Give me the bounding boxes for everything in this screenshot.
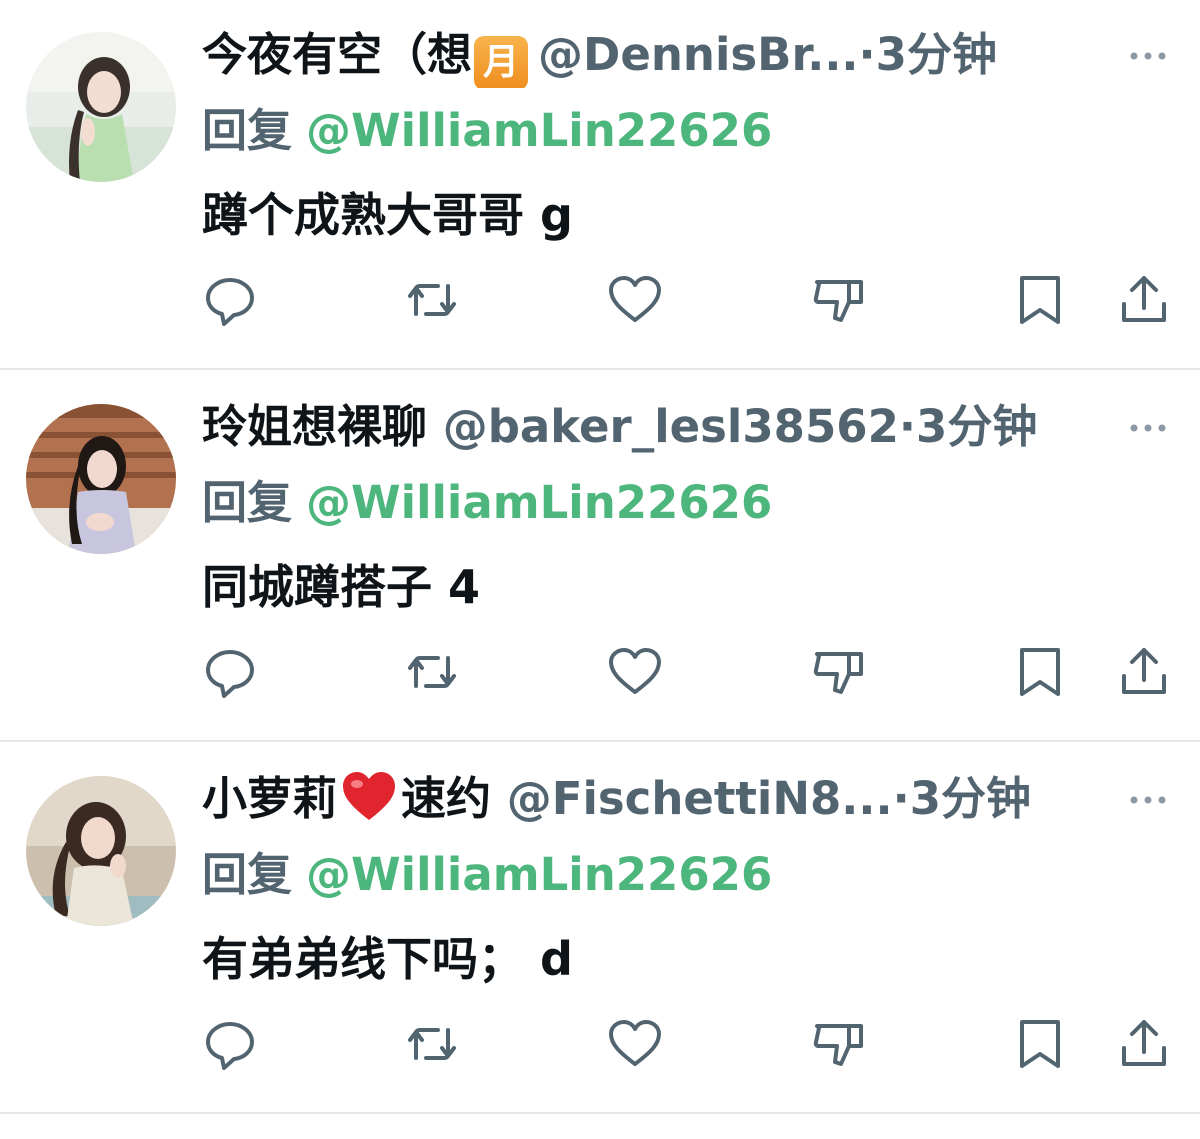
post-header: 玲姐想裸聊 @baker_lesl38562·3分钟 (202, 394, 1122, 460)
separator-dot: · (858, 28, 876, 81)
post-text: 有弟弟线下吗； d (202, 932, 573, 986)
bookmark-icon[interactable] (1012, 272, 1068, 328)
like-icon[interactable] (607, 272, 663, 328)
user-handle[interactable]: @baker_lesl38562 (443, 400, 899, 453)
share-icon[interactable] (1116, 1016, 1172, 1072)
reply-icon[interactable] (202, 1016, 258, 1072)
avatar[interactable] (26, 32, 176, 182)
post-header: 今夜有空（想月 @DennisBr...·3分钟 (202, 22, 1122, 88)
reply-icon[interactable] (202, 272, 258, 328)
dislike-icon[interactable] (811, 1016, 867, 1072)
separator-dot: · (898, 400, 917, 453)
like-icon[interactable] (607, 644, 663, 700)
more-options-icon[interactable] (1126, 44, 1170, 68)
share-icon[interactable] (1116, 272, 1172, 328)
heart-emoji-icon (341, 770, 397, 832)
reply-context: 回复 @WilliamLin22626 (202, 472, 772, 534)
dislike-icon[interactable] (811, 644, 867, 700)
reply-icon[interactable] (202, 644, 258, 700)
user-handle[interactable]: @DennisBr... (538, 28, 859, 81)
post-text: 蹲个成熟大哥哥 g (202, 188, 573, 242)
timestamp[interactable]: 3分钟 (910, 772, 1031, 825)
reply-prefix: 回复 (202, 848, 293, 901)
divider (0, 368, 1200, 370)
moon-emoji-icon: 月 (474, 36, 529, 88)
timestamp[interactable]: 3分钟 (876, 28, 997, 81)
divider (0, 1112, 1200, 1114)
display-name[interactable]: 玲姐想裸聊 (202, 400, 427, 453)
reply-prefix: 回复 (202, 104, 293, 157)
reply-to-handle[interactable]: @WilliamLin22626 (306, 848, 772, 901)
reply-context: 回复 @WilliamLin22626 (202, 844, 772, 906)
user-handle[interactable]: @FischettiN8... (507, 772, 893, 825)
post-header: 小萝莉 速约 @FischettiN8...·3分钟 (202, 766, 1122, 832)
post[interactable]: 今夜有空（想月 @DennisBr...·3分钟 回复 @WilliamLin226… (0, 0, 1200, 371)
divider (0, 740, 1200, 742)
separator-dot: · (892, 772, 910, 825)
reply-to-handle[interactable]: @WilliamLin22626 (306, 104, 772, 157)
reply-prefix: 回复 (202, 476, 293, 529)
post[interactable]: 玲姐想裸聊 @baker_lesl38562·3分钟 回复 @WilliamLin… (0, 372, 1200, 743)
timestamp[interactable]: 3分钟 (916, 400, 1037, 453)
repost-icon[interactable] (404, 272, 460, 328)
reply-to-handle[interactable]: @WilliamLin22626 (306, 476, 772, 529)
post[interactable]: 小萝莉 速约 @FischettiN8...·3分钟 回复 @WilliamLin2… (0, 744, 1200, 1115)
bookmark-icon[interactable] (1012, 644, 1068, 700)
share-icon[interactable] (1116, 644, 1172, 700)
more-options-icon[interactable] (1126, 416, 1170, 440)
reply-context: 回复 @WilliamLin22626 (202, 100, 772, 162)
like-icon[interactable] (607, 1016, 663, 1072)
avatar[interactable] (26, 776, 176, 926)
dislike-icon[interactable] (811, 272, 867, 328)
display-name[interactable]: 今夜有空（想 (202, 28, 472, 81)
repost-icon[interactable] (404, 644, 460, 700)
bookmark-icon[interactable] (1012, 1016, 1068, 1072)
avatar[interactable] (26, 404, 176, 554)
display-name-suffix[interactable]: 速约 (401, 772, 491, 825)
post-text: 同城蹲搭子 4 (202, 560, 481, 614)
more-options-icon[interactable] (1126, 788, 1170, 812)
repost-icon[interactable] (404, 1016, 460, 1072)
display-name[interactable]: 小萝莉 (202, 772, 337, 825)
